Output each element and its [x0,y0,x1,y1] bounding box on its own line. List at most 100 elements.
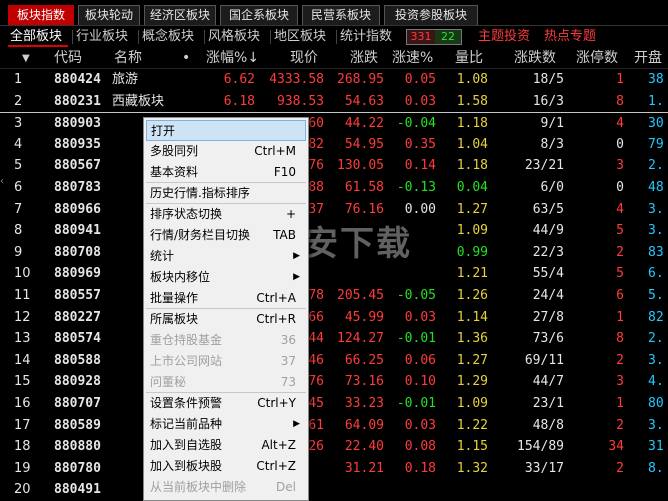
menu-item-label: 加入到板块股 [150,459,223,473]
up-count: 331 [407,30,435,44]
row-volume-ratio: 1.21 [456,266,488,282]
subtab-all[interactable]: 全部板块 [10,28,62,46]
table-row[interactable]: 4 880935 82 54.95 0.35 1.04 8/3 0 79 [0,134,668,156]
separator [270,30,271,44]
col-limit-up[interactable]: 涨停数 [576,49,618,67]
row-volume-ratio: 1.29 [456,374,488,390]
row-up-down: 22/3 [532,244,564,260]
menu-item[interactable]: 设置条件预警 Ctrl+Y [146,393,306,414]
table-row[interactable]: 5 880567 76 130.05 0.14 1.18 23/21 3 2. [0,155,668,177]
table-row[interactable]: 13 880574 44 124.27 -0.01 1.36 73/6 8 2. [0,328,668,350]
row-volume-ratio [442,480,488,500]
subtab-stat-index[interactable]: 统计指数 [340,28,392,46]
row-volume-ratio: 1.18 [456,158,488,174]
menu-item[interactable]: 加入到自选股 Alt+Z [146,435,306,456]
table-row[interactable]: 18 880880 26 22.40 0.08 1.15 154/89 34 31 [0,436,668,458]
row-up-down: 8/3 [540,136,564,152]
row-speed [386,264,436,284]
menu-item[interactable]: 所属板块 Ctrl+R [146,309,306,330]
row-price: 4333.58 [269,72,324,87]
table-header: ▼ 代码 名称 • 涨幅%↓ 现价 涨跌 涨速% 量比 涨跌数 涨停数 开盘 [0,47,668,69]
table-row[interactable]: 17 880589 61 64.09 0.03 1.22 48/8 2 3. [0,415,668,437]
col-open[interactable]: 开盘 [634,49,662,67]
row-volume-ratio: 1.22 [456,417,488,433]
subtab-style[interactable]: 风格板块 [208,28,260,46]
col-change[interactable]: 涨跌 [350,49,378,67]
col-name[interactable]: 名称 [114,49,142,67]
row-code: 880935 [54,136,101,152]
menu-item-shortcut: Ctrl+M [254,144,296,158]
menu-item[interactable]: 批量操作 Ctrl+A [146,288,306,309]
menu-item-label: 基本资料 [150,165,199,179]
row-up-down: 27/8 [532,309,564,325]
theme-invest-link[interactable]: 主题投资 [478,28,530,46]
row-code: 880928 [54,374,101,390]
table-row[interactable]: 16 880707 45 33.23 -0.01 1.09 23/1 1 80 [0,393,668,415]
row-volume-ratio: 1.15 [456,439,488,455]
table-row[interactable]: 14 880588 46 66.25 0.06 1.27 69/11 2 3. [0,350,668,372]
col-up-down[interactable]: 涨跌数 [514,49,556,67]
row-change: 268.95 [337,72,384,87]
table-row[interactable]: 3 880903 60 44.22 -0.04 1.18 9/1 4 30 [0,112,668,134]
subtab-concept[interactable]: 概念板块 [142,28,194,46]
col-volume-ratio[interactable]: 量比 [455,49,483,67]
row-speed: 0.18 [404,460,436,476]
table-row[interactable]: 15 880928 76 73.16 0.10 1.29 44/7 3 4. [0,371,668,393]
subtab-industry[interactable]: 行业板块 [76,28,128,46]
table-row[interactable]: 12 880227 66 45.99 0.03 1.14 27/8 1 82 [0,307,668,329]
submenu-arrow-icon: ▶ [293,272,300,282]
row-change: 54.95 [344,136,384,152]
tab-economic-zone[interactable]: 经济区板块 [144,5,216,25]
row-change: 130.05 [337,158,384,174]
row-open: 6. [648,266,664,282]
tab-sector-rotation[interactable]: 板块轮动 [78,5,140,25]
row-code: 880780 [54,460,101,476]
col-code[interactable]: 代码 [54,49,82,67]
menu-item[interactable]: 板块内移位 ▶ [146,267,306,288]
row-name: 旅游 [112,72,139,87]
col-pct[interactable]: 涨幅%↓ [206,49,259,67]
row-up-down: 55/4 [532,266,564,282]
subtab-region[interactable]: 地区板块 [274,28,326,46]
hot-topic-link[interactable]: 热点专题 [544,28,596,46]
menu-item[interactable]: 排序状态切换 + [146,204,306,225]
row-up-down [510,480,564,500]
row-open: 48 [648,180,664,195]
menu-item-label: 行情/财务栏目切换 [150,228,251,242]
row-up-down: 9/1 [540,116,564,132]
table-row[interactable]: 19 880780 31.21 0.18 1.32 33/17 2 8. [0,458,668,480]
row-change: 54.63 [344,93,384,109]
table-row[interactable]: 6 880783 88 61.58 -0.13 0.04 6/0 0 48 [0,177,668,199]
row-open: 83 [648,244,664,260]
table-row[interactable]: 2 880231 西藏板块 6.18 938.53 54.63 0.03 1.58 16/3 8 1… [0,91,668,113]
tab-sector-index[interactable]: 板块指数 [8,5,74,25]
menu-item[interactable]: 打开 [146,120,306,141]
row-open: 3. [648,417,664,433]
menu-item[interactable]: 基本资料 F10 [146,162,306,183]
row-index: 2 [14,93,23,109]
menu-item[interactable]: 历史行情.指标排序 [146,183,306,204]
table-row[interactable]: 1 880424 旅游 6.62 4333.58 268.95 0.05 1.08 18/5 1 3… [0,69,668,91]
row-speed: -0.01 [396,331,436,347]
menu-item-shortcut: F10 [273,165,296,179]
menu-item[interactable]: 多股同列 Ctrl+M [146,141,306,162]
tab-investment[interactable]: 投资参股板块 [384,5,478,25]
menu-item-shortcut: Ctrl+Z [256,459,296,473]
col-price[interactable]: 现价 [290,49,318,67]
menu-item[interactable]: 标记当前品种 ▶ [146,414,306,435]
row-price: 938.53 [277,93,324,109]
table-row[interactable]: 20 880491 [0,479,668,501]
tab-private[interactable]: 民营系板块 [302,5,380,25]
row-limit-up: 2 [616,460,624,476]
menu-item-label: 所属板块 [150,312,199,326]
col-speed[interactable]: 涨速% [392,49,433,67]
row-index: 7 [14,201,23,217]
header-down-arrow-icon[interactable]: ▼ [22,50,30,68]
menu-item: 问董秘 73 [146,372,306,393]
menu-item-shortcut: Alt+Z [261,438,296,452]
row-volume-ratio: 1.18 [456,116,488,132]
menu-item[interactable]: 统计 ▶ [146,246,306,267]
menu-item[interactable]: 加入到板块股 Ctrl+Z [146,456,306,477]
tab-soe[interactable]: 国企系板块 [220,5,298,25]
menu-item[interactable]: 行情/财务栏目切换 TAB [146,225,306,246]
